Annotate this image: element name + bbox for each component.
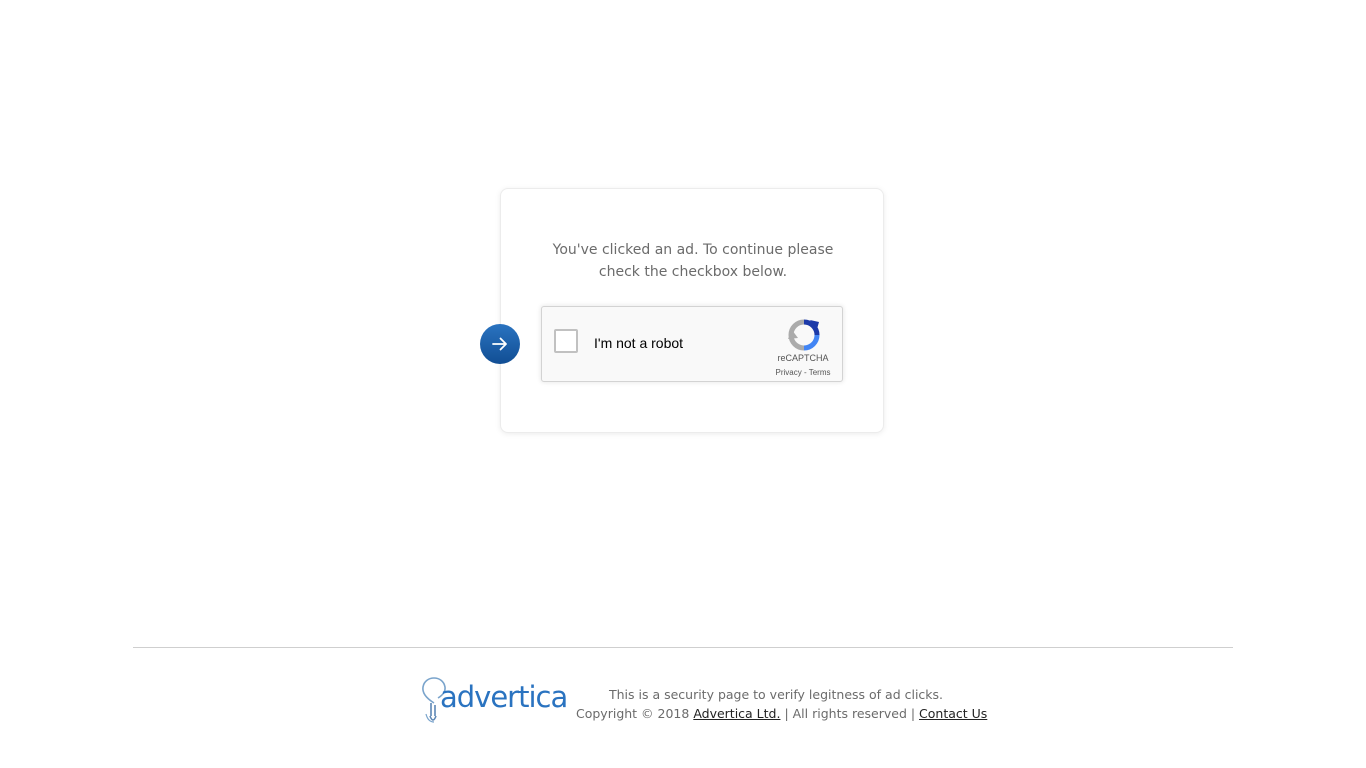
copyright-prefix: Copyright © 2018 [576,706,694,721]
not-a-robot-label[interactable]: I'm not a robot [594,335,683,351]
continue-arrow-button[interactable] [480,324,520,364]
recaptcha-logo-icon [788,319,820,351]
security-note: This is a security page to verify legitn… [608,687,944,702]
terms-link[interactable]: Terms [809,368,831,377]
recaptcha-brand: reCAPTCHA [777,353,829,363]
logo-text: advertica [440,680,568,714]
instruction-line-1: You've clicked an ad. To continue please [552,242,834,258]
advertica-logo: advertica [418,676,574,726]
instruction-message: You've clicked an ad. To continue please… [501,239,885,283]
recaptcha-widget: I'm not a robot reCAPTCHA Privacy - Term… [541,306,843,382]
copyright-line: Copyright © 2018 Advertica Ltd. | All ri… [576,704,987,723]
not-a-robot-checkbox[interactable] [554,329,578,353]
links-separator: - [801,368,809,377]
footer-text: This is a security page to verify legitn… [576,685,987,723]
contact-us-link[interactable]: Contact Us [919,706,987,721]
company-link[interactable]: Advertica Ltd. [693,706,780,721]
instruction-line-2: check the checkbox below. [598,264,788,280]
recaptcha-links: Privacy - Terms [762,368,844,377]
footer-divider [133,647,1233,648]
arrow-right-icon [492,337,507,351]
privacy-link[interactable]: Privacy [776,368,802,377]
rights-text: | All rights reserved | [780,706,920,721]
